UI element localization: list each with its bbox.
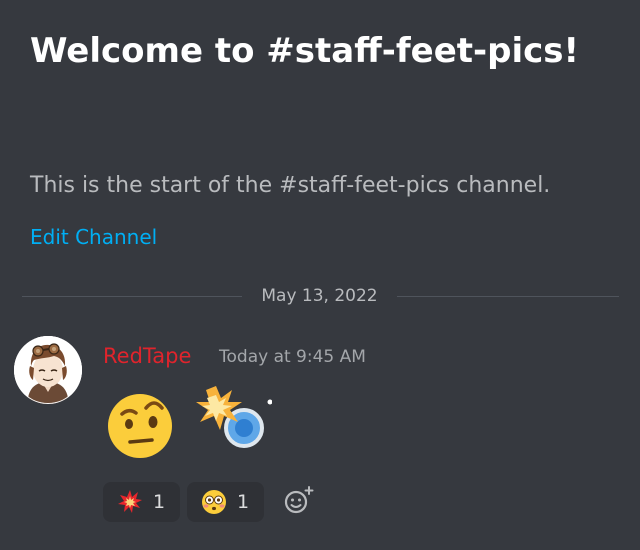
avatar-drawing (14, 336, 82, 404)
date-divider-label: May 13, 2022 (261, 286, 378, 306)
add-reaction-button[interactable] (281, 484, 315, 518)
message-timestamp: Today at 9:45 AM (219, 347, 366, 367)
edit-channel-link[interactable]: Edit Channel (30, 223, 157, 251)
welcome-title: Welcome to #staff-feet-pics! (30, 31, 580, 71)
date-divider-line-left (22, 296, 242, 297)
chat-view: Welcome to #staff-feet-pics! This is the… (0, 0, 640, 550)
reaction-collision[interactable]: 1 (103, 482, 180, 522)
reaction-count: 1 (237, 491, 250, 513)
reaction-flushed-face[interactable]: 1 (187, 482, 264, 522)
message-author[interactable]: RedTape (103, 341, 191, 371)
collision-icon (118, 490, 142, 513)
flushed-face-icon (202, 490, 226, 514)
face-with-raised-eyebrow-icon (100, 384, 180, 464)
collision-icon (192, 384, 273, 464)
avatar[interactable] (14, 336, 82, 404)
welcome-subtitle: This is the start of the #staff-feet-pic… (30, 173, 551, 198)
add-reaction-icon (284, 486, 314, 514)
reaction-count: 1 (153, 491, 166, 513)
date-divider-line-right (397, 296, 619, 297)
